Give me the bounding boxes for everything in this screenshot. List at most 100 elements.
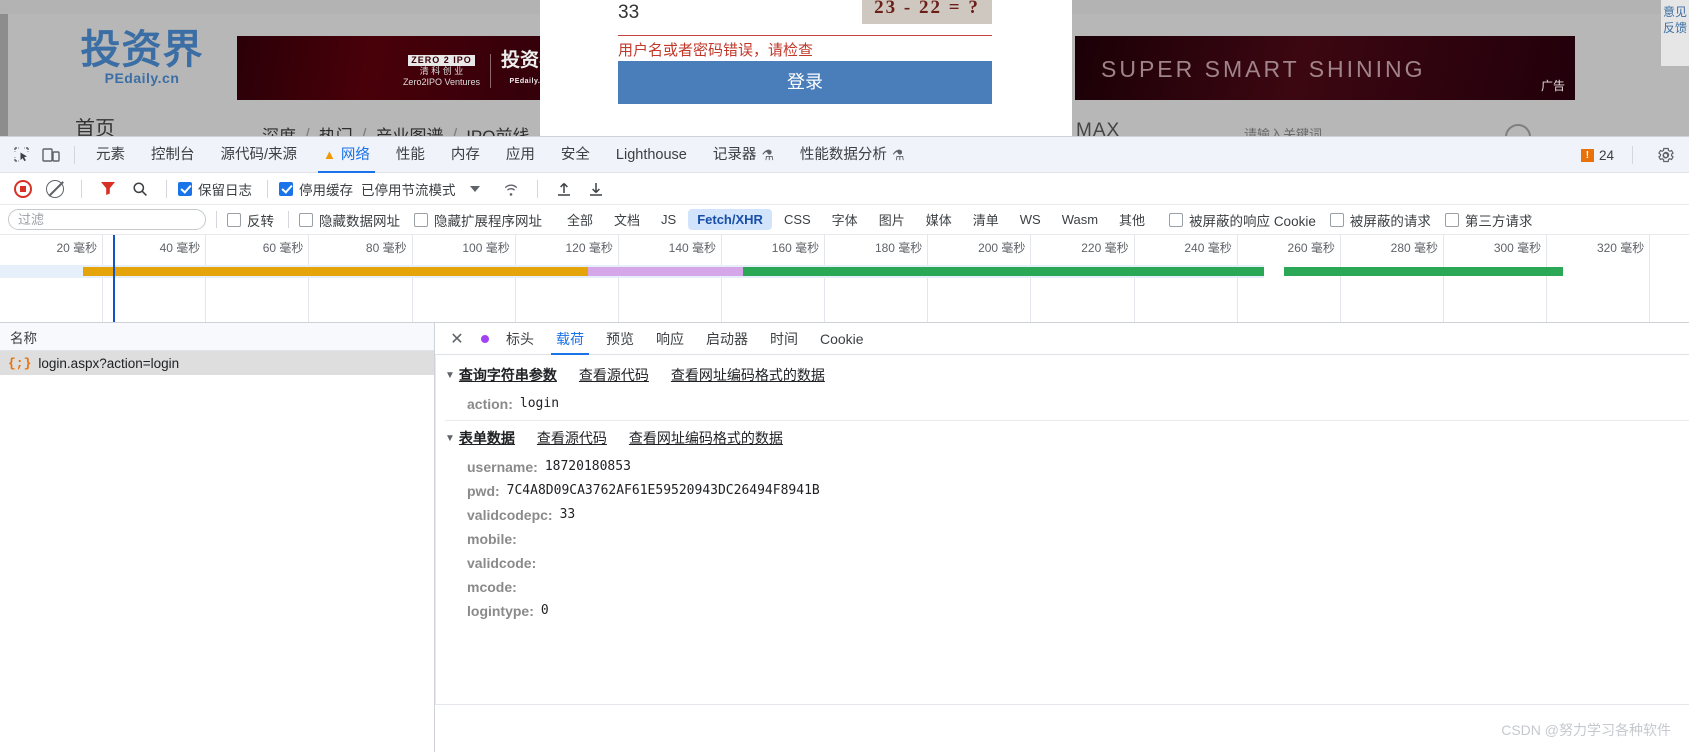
preserve-log-toggle[interactable]: 保留日志 — [178, 179, 252, 199]
invert-checkbox[interactable] — [227, 212, 241, 227]
search-button[interactable] — [125, 176, 155, 202]
detail-tab-initiator[interactable]: 启动器 — [695, 323, 759, 355]
form-row-validcodepc: validcodepc: 33 — [435, 503, 1689, 527]
tab-console[interactable]: 控制台 — [138, 137, 208, 173]
tab-network[interactable]: ▲ 网络 — [310, 137, 383, 173]
timeline-tick-320: 320 毫秒 — [0, 235, 1651, 322]
export-har-button[interactable] — [581, 176, 611, 202]
hide-data-urls-checkbox[interactable] — [299, 212, 313, 227]
network-filterbar: 反转 隐藏数据网址 隐藏扩展程序网址 全部 文档 JS Fetch/XHR CS… — [0, 205, 1689, 235]
watermark: CSDN @努力学习各种软件 — [1501, 722, 1671, 738]
type-chip-media[interactable]: 媒体 — [917, 207, 961, 232]
clear-button[interactable] — [40, 176, 70, 202]
captcha-image[interactable]: 23 - 22 = ? — [862, 0, 992, 24]
tab-application[interactable]: 应用 — [493, 137, 548, 173]
tab-memory[interactable]: 内存 — [438, 137, 493, 173]
third-party-label: 第三方请求 — [1464, 213, 1533, 229]
ad-left-divider — [489, 54, 491, 88]
third-party-checkbox[interactable] — [1444, 212, 1459, 227]
detail-tab-timing[interactable]: 时间 — [759, 323, 809, 355]
screenshot-root: 投资界 PEdaily.cn ZERO 2 IPO 清 科 创 业 Zero2I… — [0, 0, 1689, 752]
blocked-requests-checkbox[interactable] — [1329, 212, 1344, 227]
type-chip-other[interactable]: 其他 — [1110, 207, 1154, 232]
type-chip-css[interactable]: CSS — [775, 209, 820, 230]
payload-body: ▼ 查询字符串参数 查看源代码 查看网址编码格式的数据 action: logi… — [435, 355, 1689, 752]
blocked-requests-toggle[interactable]: 被屏蔽的请求 — [1329, 210, 1431, 230]
tab-performance[interactable]: 性能 — [383, 137, 438, 173]
blocked-cookies-toggle[interactable]: 被屏蔽的响应 Cookie — [1169, 210, 1316, 230]
ad-banner-left[interactable]: ZERO 2 IPO 清 科 创 业 Zero2IPO Ventures 投资界… — [237, 36, 570, 100]
type-chip-font[interactable]: 字体 — [823, 207, 867, 232]
error-count-badge[interactable]: ! 24 — [1580, 148, 1614, 163]
detail-tab-headers[interactable]: 标头 — [495, 323, 545, 355]
network-conditions-button[interactable] — [496, 176, 526, 202]
timeline-bar-3 — [1284, 267, 1563, 276]
record-icon — [14, 179, 32, 198]
type-chip-all[interactable]: 全部 — [558, 207, 602, 232]
triangle-down-icon[interactable]: ▼ — [445, 370, 455, 381]
detail-tab-cookies[interactable]: Cookie — [809, 323, 875, 355]
filter-button[interactable] — [93, 176, 123, 202]
query-string-title[interactable]: 查询字符串参数 — [459, 365, 557, 385]
query-view-source-link[interactable]: 查看源代码 — [579, 365, 649, 385]
throttle-selector[interactable]: 已停用节流模式 — [361, 179, 456, 199]
form-view-source-link[interactable]: 查看源代码 — [537, 428, 607, 448]
feedback-tab[interactable]: 意见反馈 — [1661, 0, 1689, 66]
form-key-username: username: — [467, 459, 538, 475]
form-row-mobile: mobile: — [435, 527, 1689, 551]
record-button[interactable] — [8, 176, 38, 202]
close-icon[interactable]: ✕ — [445, 327, 469, 351]
tab-lighthouse[interactable]: Lighthouse — [603, 137, 700, 173]
type-chip-fetch-xhr[interactable]: Fetch/XHR — [688, 209, 772, 230]
filter-input[interactable] — [8, 209, 206, 230]
page-left-edge — [0, 14, 8, 142]
hide-extension-urls-checkbox[interactable] — [414, 212, 428, 227]
tab-recorder[interactable]: 记录器 ⚗ — [700, 137, 787, 173]
import-har-button[interactable] — [549, 176, 579, 202]
tab-performance-insights[interactable]: 性能数据分析 ⚗ — [787, 137, 918, 173]
ad-banner-right[interactable]: SUPER SMART SHINING 广告 — [1075, 36, 1575, 100]
query-param-value-action: login — [519, 396, 560, 411]
hide-extension-urls-label: 隐藏扩展程序网址 — [434, 213, 542, 229]
device-toolbar-icon[interactable] — [36, 142, 66, 168]
flask-icon: ⚗ — [761, 146, 774, 163]
invert-toggle[interactable]: 反转 — [227, 210, 274, 230]
disable-cache-toggle[interactable]: 停用缓存 — [279, 179, 353, 199]
zero2ipo-cn: 清 科 创 业 — [419, 65, 464, 76]
network-overview-timeline[interactable]: 20 毫秒 40 毫秒 60 毫秒 80 毫秒 100 毫秒 120 毫秒 140 毫秒 16… — [0, 235, 1689, 323]
third-party-toggle[interactable]: 第三方请求 — [1444, 210, 1533, 230]
form-value-pwd: 7C4A8D09CA3762AF61E59520943DC26494F8941B — [506, 483, 820, 498]
blocked-cookies-checkbox[interactable] — [1169, 212, 1184, 227]
preserve-log-checkbox[interactable] — [178, 181, 192, 196]
form-row-validcode: validcode: — [435, 551, 1689, 575]
query-view-url-encoded-link[interactable]: 查看网址编码格式的数据 — [671, 365, 825, 385]
hide-extension-urls-toggle[interactable]: 隐藏扩展程序网址 — [414, 210, 542, 230]
type-chip-wasm[interactable]: Wasm — [1053, 209, 1107, 230]
type-chip-doc[interactable]: 文档 — [605, 207, 649, 232]
detail-tab-preview[interactable]: 预览 — [595, 323, 645, 355]
tab-elements[interactable]: 元素 — [83, 137, 138, 173]
site-logo[interactable]: 投资界 PEdaily.cn — [72, 28, 212, 87]
form-view-url-encoded-link[interactable]: 查看网址编码格式的数据 — [629, 428, 783, 448]
type-chip-img[interactable]: 图片 — [870, 207, 914, 232]
type-chip-ws[interactable]: WS — [1011, 209, 1050, 230]
form-data-title[interactable]: 表单数据 — [459, 428, 515, 448]
form-key-logintype: logintype: — [467, 603, 534, 619]
login-submit-button[interactable]: 登录 — [618, 61, 992, 104]
disable-cache-checkbox[interactable] — [279, 181, 293, 196]
inspect-element-icon[interactable] — [6, 142, 36, 168]
captcha-input[interactable]: 33 — [618, 2, 639, 24]
type-chip-js[interactable]: JS — [652, 209, 685, 230]
tab-security[interactable]: 安全 — [548, 137, 603, 173]
triangle-down-icon-2[interactable]: ▼ — [445, 433, 455, 444]
form-key-validcodepc: validcodepc: — [467, 507, 553, 523]
hide-data-urls-toggle[interactable]: 隐藏数据网址 — [299, 210, 400, 230]
tab-sources[interactable]: 源代码/来源 — [208, 137, 311, 173]
type-chip-manifest[interactable]: 清单 — [964, 207, 1008, 232]
detail-tab-response[interactable]: 响应 — [645, 323, 695, 355]
detail-tab-payload[interactable]: 载荷 — [545, 323, 595, 355]
toolbar-divider-3 — [267, 179, 268, 198]
table-row[interactable]: {;} login.aspx?action=login — [0, 351, 434, 375]
gear-icon[interactable] — [1651, 142, 1681, 168]
chevron-down-icon[interactable] — [469, 185, 480, 192]
